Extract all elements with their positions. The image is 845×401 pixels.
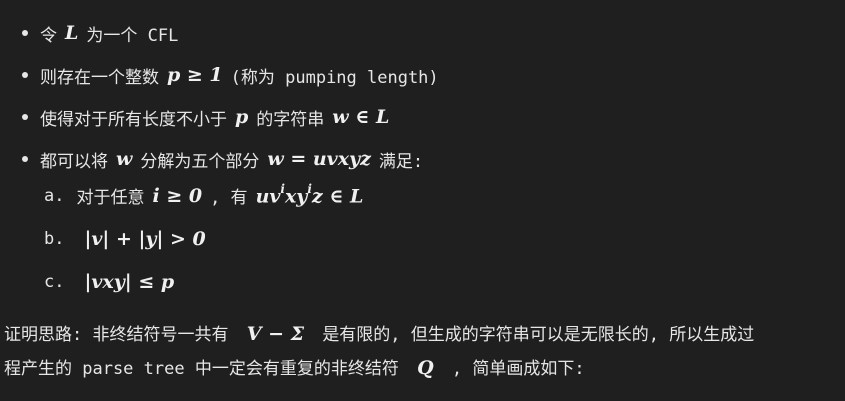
bullet-icon (22, 30, 28, 36)
math-expression: uvixyiz ∈ L (255, 181, 364, 208)
bullet-icon (22, 114, 28, 120)
paragraph-text: , 简单画成如下: (451, 359, 585, 379)
paragraph-line: 程产生的 parse tree 中一定会有重复的非终结符 Q , 简单画成如下: (4, 351, 844, 385)
math-expression: Q (417, 357, 434, 379)
paragraph-line: 证明思路: 非终结符号一共有 V − Σ 是有限的, 但生成的字符串可以是无限长… (4, 317, 844, 351)
item-text: 的字符串 (256, 109, 325, 130)
item-text: 都可以将 (40, 151, 108, 172)
math-expression: |v| + |y| > 0 (84, 227, 206, 250)
item-text: , 有 (210, 188, 248, 208)
math-expression: i ≥ 0 (152, 184, 203, 207)
list-item: 令 L 为一个 CFL (22, 12, 439, 54)
item-text: 使得对于所有长度不小于 (40, 109, 227, 130)
math-expression: p (235, 106, 249, 128)
math-expression: |vxy| ≤ p (84, 270, 175, 293)
list-item: 则存在一个整数 p ≥ 1 (称为 pumping length) (22, 54, 439, 96)
condition-item: a. 对于任意 i ≥ 0 , 有 uvixyiz ∈ L (44, 174, 371, 217)
item-text: (称为 pumping length) (230, 67, 439, 88)
conditions-list: a. 对于任意 i ≥ 0 , 有 uvixyiz ∈ L b. |v| + |… (44, 174, 371, 303)
math-expression: L (65, 22, 79, 44)
item-text: 令 (40, 25, 57, 46)
list-marker: a. (44, 185, 65, 206)
math-expression: w (116, 148, 133, 170)
math-expression: w = uvxyz (267, 148, 371, 170)
paragraph-text: 程产生的 parse tree 中一定会有重复的非终结符 (4, 359, 399, 379)
item-text: 满足: (378, 151, 424, 172)
condition-item: c. |vxy| ≤ p (44, 260, 371, 303)
bullet-icon (22, 72, 28, 78)
list-marker: b. (44, 228, 65, 249)
proof-sketch-paragraph: 证明思路: 非终结符号一共有 V − Σ 是有限的, 但生成的字符串可以是无限长… (4, 317, 844, 385)
list-item: 使得对于所有长度不小于 p 的字符串 w ∈ L (22, 96, 439, 138)
item-text: 对于任意 (76, 188, 145, 208)
item-text: 则存在一个整数 (40, 67, 159, 88)
item-text: 为一个 CFL (86, 25, 179, 46)
paragraph-text: 是有限的, 但生成的字符串可以是无限长的, 所以生成过 (322, 325, 755, 345)
pumping-lemma-statement-list: 令 L 为一个 CFL 则存在一个整数 p ≥ 1 (称为 pumping le… (22, 12, 439, 180)
list-marker: c. (44, 271, 65, 292)
math-expression: V − Σ (246, 323, 305, 345)
document-page: 令 L 为一个 CFL 则存在一个整数 p ≥ 1 (称为 pumping le… (0, 0, 845, 401)
paragraph-text: 证明思路: 非终结符号一共有 (4, 325, 229, 345)
math-expression: w ∈ L (332, 106, 390, 128)
item-text: 分解为五个部分 (140, 151, 260, 172)
condition-item: b. |v| + |y| > 0 (44, 217, 371, 260)
math-expression: p ≥ 1 (167, 64, 223, 86)
bullet-icon (22, 156, 28, 162)
